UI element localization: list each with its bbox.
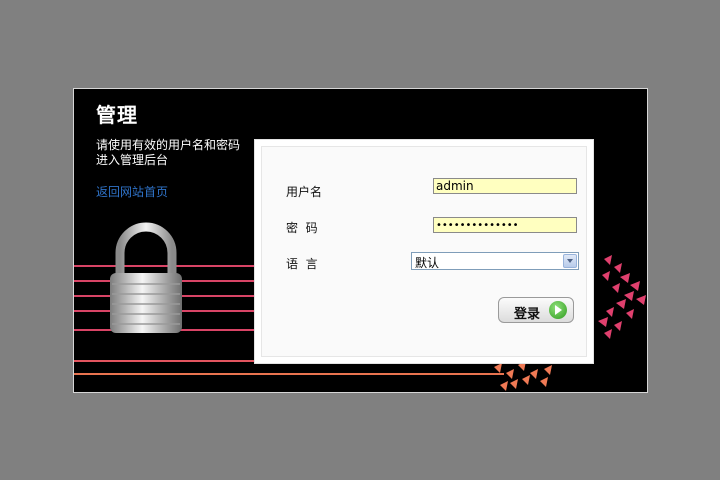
language-select[interactable]: 默认 (411, 252, 579, 270)
login-form-inner: 用户名 密 码 语 言 默认 登录 (261, 146, 587, 357)
login-panel: 管理 请使用有效的用户名和密码 进入管理后台 返回网站首页 用户名 密 码 (73, 88, 648, 393)
description-line-1: 请使用有效的用户名和密码 (96, 138, 241, 152)
login-form: 用户名 密 码 语 言 默认 登录 (254, 139, 594, 364)
dropdown-arrow-icon[interactable] (563, 254, 577, 268)
back-to-home-link[interactable]: 返回网站首页 (96, 183, 168, 200)
language-label: 语 言 (286, 257, 318, 271)
username-field[interactable] (433, 178, 577, 194)
go-arrow-icon (549, 301, 567, 319)
description-line-2: 进入管理后台 (96, 153, 169, 167)
password-field[interactable] (433, 217, 577, 233)
page-title: 管理 (96, 103, 138, 127)
login-button-label: 登录 (514, 307, 541, 322)
username-label: 用户名 (286, 185, 323, 199)
login-description: 请使用有效的用户名和密码 进入管理后台 (96, 138, 256, 168)
padlock-icon (110, 222, 182, 333)
language-select-value: 默认 (415, 256, 440, 270)
password-label: 密 码 (286, 221, 318, 235)
login-button[interactable]: 登录 (498, 297, 574, 323)
